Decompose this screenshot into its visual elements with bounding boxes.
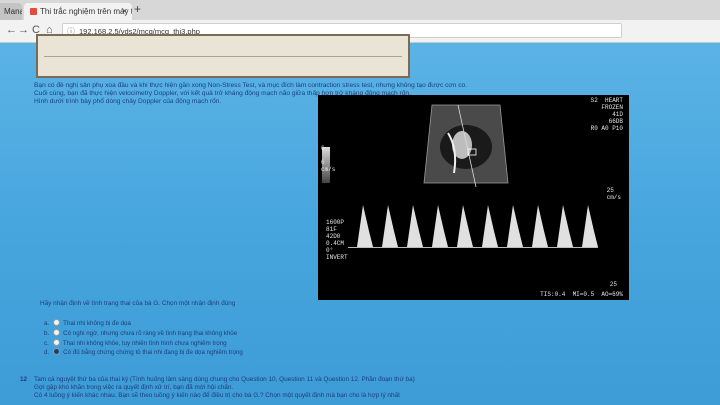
option-text: Thai nhi không khỏe, tuy nhiên tình hình… xyxy=(62,339,227,347)
ctg-trace-line xyxy=(44,56,402,57)
ctg-trace-image xyxy=(36,34,410,78)
question-number: 12 xyxy=(20,376,28,383)
back-button[interactable]: ← xyxy=(6,24,17,36)
question-line: Tam cá nguyệt thứ ba của thai kỳ (Tình h… xyxy=(34,376,415,383)
option-letter: b. xyxy=(44,329,50,337)
ultrasound-footer-text: TIS:0.4 MI=0.5 AO=69% xyxy=(540,291,623,298)
left-scale-label: 6 6 cm/s xyxy=(321,145,336,173)
forward-button[interactable]: → xyxy=(18,24,29,36)
browser-tab-active[interactable]: Thi trắc nghiệm trên máy t ✕ xyxy=(24,3,132,20)
doppler-baseline xyxy=(348,247,598,248)
radio-button[interactable] xyxy=(52,338,60,346)
site-favicon-icon xyxy=(30,8,37,15)
answer-option-a[interactable]: a. Thai nhi không bị đe dọa xyxy=(44,319,243,329)
answer-options: a. Thai nhi không bị đe dọa b. Có nghi ngờ… xyxy=(44,319,243,358)
radio-button-selected[interactable] xyxy=(53,348,61,356)
option-letter: c. xyxy=(44,339,49,347)
description-line: Bạn có đề nghị sản phụ xoa đầu và khi th… xyxy=(34,82,468,89)
option-text: Có đủ bằng chứng chứng tỏ thai nhi đang … xyxy=(63,349,243,357)
new-tab-button[interactable]: + xyxy=(134,2,141,16)
question-line: Có 4 luồng ý kiến khác nhau. Bạn sẽ theo… xyxy=(34,392,400,399)
answer-option-d[interactable]: d. Có đủ bằng chứng chứng tỏ thai nhi đan… xyxy=(44,348,243,358)
radio-button[interactable] xyxy=(53,328,61,336)
option-text: Thai nhi không bị đe dọa xyxy=(63,320,131,327)
doppler-waveform-icon xyxy=(357,205,598,247)
ultrasound-sector-icon xyxy=(423,104,509,187)
option-letter: a. xyxy=(44,320,50,327)
question-text: Hãy nhận định về tình trạng thai của bà … xyxy=(40,300,236,307)
doppler-ultrasound-image: S2 HEART FROZEN 41D 66DB R0 A0 P10 6 6 c… xyxy=(318,95,629,300)
option-text: Có nghi ngờ, nhưng chưa rõ ràng về tình … xyxy=(63,329,238,337)
radio-button[interactable] xyxy=(53,319,61,326)
close-tab-icon[interactable]: ✕ xyxy=(121,3,128,20)
browser-tab-bar: Mana Thi trắc nghiệm trên máy t ✕ + xyxy=(0,0,720,20)
next-question: 12 Tam cá nguyệt thứ ba của thai kỳ (Tình… xyxy=(20,376,720,400)
answer-option-b[interactable]: b. Có nghi ngờ, nhưng chưa rõ ràng về tìn… xyxy=(44,328,243,339)
answer-option-c[interactable]: c. Thai nhi không khỏe, tuy nhiên tình hì… xyxy=(44,338,243,349)
option-letter: d. xyxy=(44,349,50,357)
right-scale-bottom-label: 25 xyxy=(609,281,617,288)
right-scale-top-label: 25 cm/s xyxy=(606,187,621,201)
ultrasound-settings-text: S2 HEART FROZEN 41D 66DB R0 A0 P10 xyxy=(590,97,623,132)
tab-label: Mana xyxy=(4,7,22,16)
question-line: Gợi gặp khó khăn trong việc ra quyết địn… xyxy=(34,384,234,391)
browser-tab-inactive[interactable]: Mana xyxy=(0,3,22,20)
tab-label: Thi trắc nghiệm trên máy t xyxy=(40,7,132,16)
doppler-params-text: 1600P 81F 42D0 0.4CM 0° INVERT xyxy=(326,219,348,261)
